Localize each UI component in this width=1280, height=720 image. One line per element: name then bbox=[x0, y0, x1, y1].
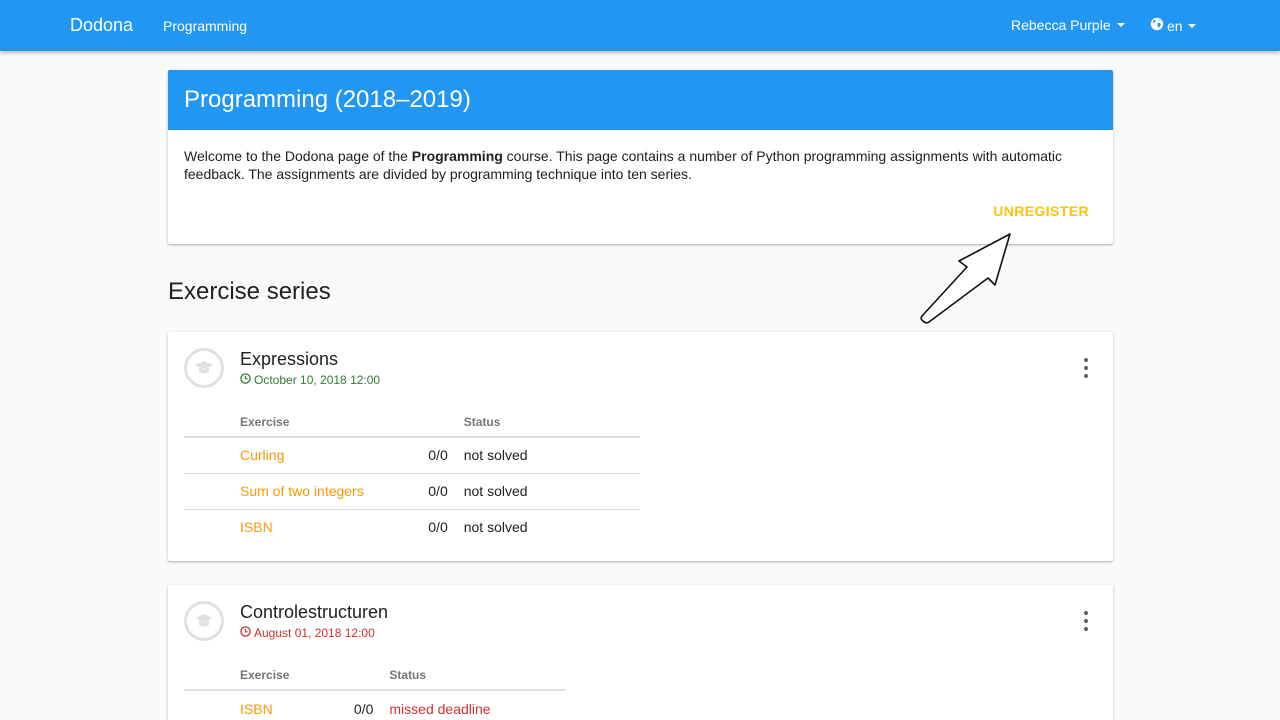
course-card: Programming (2018–2019) Welcome to the D… bbox=[168, 70, 1113, 244]
exercise-score: 0/0 bbox=[363, 437, 464, 474]
brand-link[interactable]: Dodona bbox=[70, 15, 133, 36]
exercise-link[interactable]: Curling bbox=[240, 447, 284, 463]
series-deadline: August 01, 2018 12:00 bbox=[240, 626, 375, 640]
clock-icon bbox=[240, 626, 251, 640]
deadline-text: October 10, 2018 12:00 bbox=[254, 373, 381, 387]
table-row: ISBN 0/0 missed deadline bbox=[184, 690, 565, 720]
section-heading: Exercise series bbox=[168, 278, 331, 305]
table-row: Sum of two integers 0/0 not solved bbox=[184, 473, 640, 510]
exercise-table: Exercise Status ISBN 0/0 missed deadline bbox=[184, 661, 566, 720]
user-name: Rebecca Purple bbox=[1011, 17, 1111, 33]
annotation-arrow-icon bbox=[920, 233, 1011, 324]
more-vert-icon[interactable] bbox=[1079, 358, 1093, 378]
graduation-cap-icon bbox=[184, 348, 224, 388]
clock-icon bbox=[240, 373, 251, 387]
table-row: ISBN 0/0 not solved bbox=[184, 509, 640, 545]
graduation-cap-icon bbox=[184, 601, 224, 641]
series-deadline: October 10, 2018 12:00 bbox=[240, 373, 380, 387]
series-title[interactable]: Controlestructuren bbox=[240, 602, 388, 623]
exercise-table: Exercise Status Curling 0/0 not solved S… bbox=[184, 408, 640, 545]
language-label: en bbox=[1167, 17, 1183, 34]
exercise-status: missed deadline bbox=[389, 700, 491, 717]
user-menu-button[interactable]: Rebecca Purple bbox=[1011, 17, 1125, 33]
exercise-status: not solved bbox=[463, 437, 640, 474]
unregister-button[interactable]: UNREGISTER bbox=[993, 203, 1089, 219]
deadline-text: August 01, 2018 12:00 bbox=[254, 626, 375, 640]
nav-programming-link[interactable]: Programming bbox=[163, 18, 247, 34]
exercise-link[interactable]: ISBN bbox=[240, 519, 273, 535]
series-title[interactable]: Expressions bbox=[240, 349, 338, 370]
more-vert-icon[interactable] bbox=[1079, 611, 1093, 631]
navbar: Dodona Programming Rebecca Purple en bbox=[0, 0, 1280, 51]
column-header-status: Status bbox=[389, 661, 566, 691]
course-desc-text-1: Welcome to the Dodona page of the bbox=[184, 148, 412, 164]
course-header: Programming (2018–2019) bbox=[168, 70, 1113, 130]
series-card: Controlestructuren August 01, 2018 12:00… bbox=[168, 585, 1113, 720]
column-header-exercise: Exercise bbox=[240, 408, 364, 438]
exercise-status: not solved bbox=[463, 473, 640, 510]
exercise-score: 0/0 bbox=[363, 473, 464, 510]
caret-down-icon bbox=[1187, 23, 1196, 28]
exercise-score: 0/0 bbox=[353, 700, 374, 717]
exercise-link[interactable]: Sum of two integers bbox=[240, 483, 364, 499]
course-title: Programming (2018–2019) bbox=[184, 86, 471, 113]
exercise-score: 0/0 bbox=[428, 519, 448, 536]
globe-icon bbox=[1150, 17, 1164, 34]
exercise-link[interactable]: ISBN bbox=[240, 701, 273, 717]
table-row: Curling 0/0 not solved bbox=[184, 437, 640, 474]
exercise-status: not solved bbox=[463, 519, 528, 536]
column-header-status: Status bbox=[463, 408, 640, 438]
column-header-exercise: Exercise bbox=[240, 661, 290, 691]
course-description: Welcome to the Dodona page of the Progra… bbox=[168, 130, 1113, 183]
series-card: Expressions October 10, 2018 12:00 Exerc… bbox=[168, 332, 1113, 561]
language-menu-button[interactable]: en bbox=[1150, 17, 1196, 34]
caret-down-icon bbox=[1116, 23, 1125, 27]
course-desc-bold: Programming bbox=[411, 148, 503, 164]
